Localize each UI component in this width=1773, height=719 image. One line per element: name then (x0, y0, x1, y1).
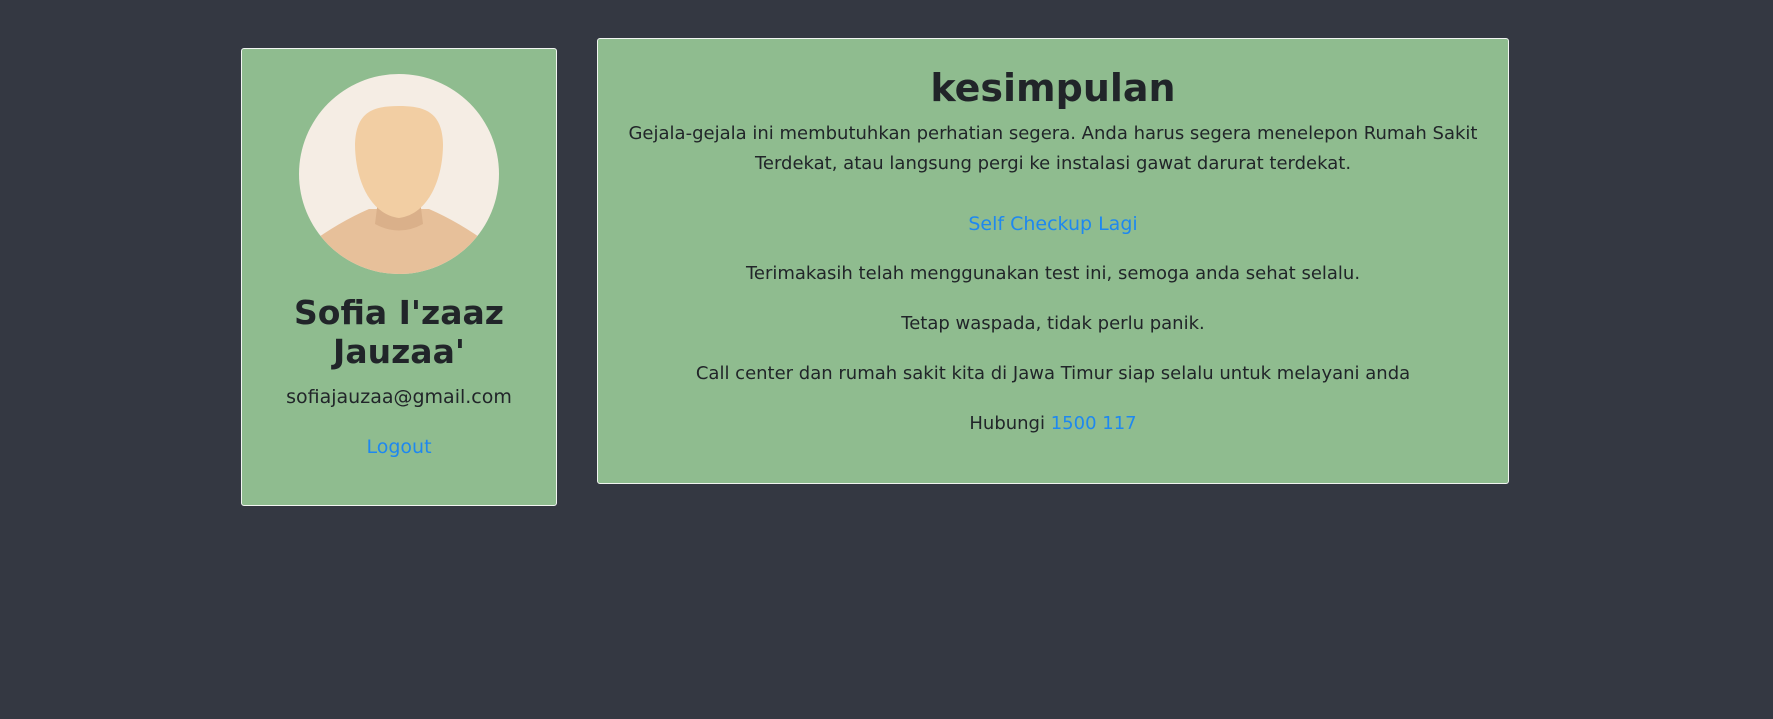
user-silhouette-icon (299, 74, 499, 274)
conclusion-title: kesimpulan (930, 66, 1176, 110)
contact-number-link[interactable]: 1500 117 (1051, 413, 1137, 434)
contact-prefix: Hubungi (969, 413, 1051, 434)
profile-name: Sofia I'zaaz Jauzaa' (294, 293, 504, 371)
call-center-text: Call center dan rumah sakit kita di Jawa… (695, 363, 1411, 384)
profile-card: Sofia I'zaaz Jauzaa' sofiajauzaa@gmail.c… (241, 48, 557, 506)
conclusion-message: Gejala-gejala ini membutuhkan perhatian … (628, 123, 1478, 174)
profile-email: sofiajauzaa@gmail.com (286, 386, 512, 408)
stay-alert-text: Tetap waspada, tidak perlu panik. (901, 313, 1205, 334)
logout-link[interactable]: Logout (242, 433, 556, 461)
conclusion-card: kesimpulan Gejala-gejala ini membutuhkan… (597, 38, 1509, 484)
thanks-text: Terimakasih telah menggunakan test ini, … (745, 263, 1361, 284)
avatar (299, 74, 499, 274)
self-checkup-again-link[interactable]: Self Checkup Lagi (598, 210, 1508, 238)
contact-line: Hubungi 1500 117 (628, 409, 1478, 439)
